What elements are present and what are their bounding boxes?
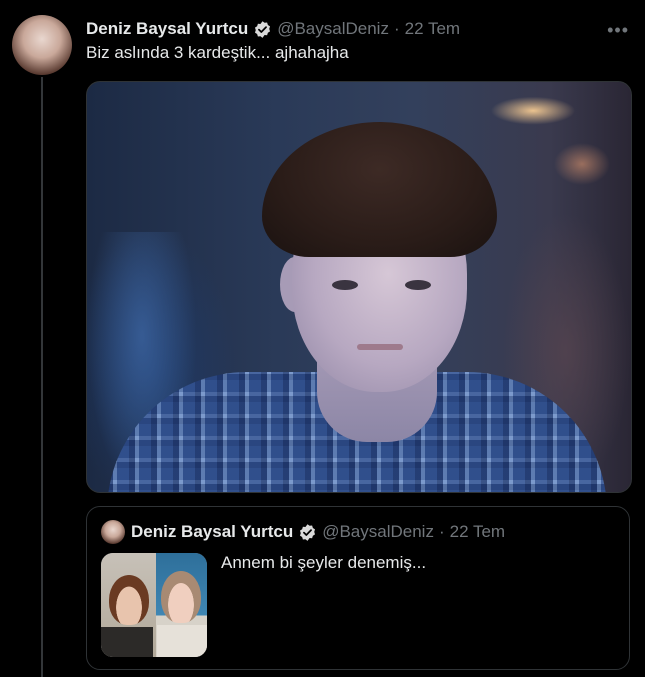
tweet-text: Biz aslında 3 kardeştik... ajhahajha: [86, 43, 349, 62]
left-eye: [332, 280, 358, 290]
quoted-tweet[interactable]: Deniz Baysal Yurtcu @BaysalDeniz · 22 Te…: [86, 506, 630, 670]
header-separator: ·: [393, 19, 400, 38]
child-photo-right: [161, 571, 201, 623]
bowl-haircut: [262, 122, 497, 257]
child-photo-left: [109, 575, 149, 625]
right-eye: [405, 280, 431, 290]
child-shirt-left: [101, 627, 153, 657]
child-shirt-right: [157, 625, 207, 657]
quoted-author-name[interactable]: Deniz Baysal Yurtcu: [131, 522, 293, 542]
mouth: [357, 344, 403, 350]
quoted-tweet-date[interactable]: 22 Tem: [450, 522, 505, 542]
quoted-header: Deniz Baysal Yurtcu @BaysalDeniz · 22 Te…: [131, 521, 505, 543]
header-separator: ·: [438, 522, 445, 541]
more-options-icon[interactable]: •••: [607, 20, 629, 41]
quoted-tweet-text: Annem bi şeyler denemiş...: [221, 553, 427, 572]
tweet-avatar[interactable]: [12, 15, 72, 75]
author-handle[interactable]: @BaysalDeniz: [277, 19, 389, 39]
quoted-author-handle[interactable]: @BaysalDeniz: [322, 522, 434, 542]
author-name[interactable]: Deniz Baysal Yurtcu: [86, 19, 248, 39]
thread-line: [41, 77, 43, 677]
verified-badge-icon: [255, 20, 271, 38]
quoted-avatar[interactable]: [101, 520, 125, 544]
tweet-image[interactable]: [86, 81, 632, 493]
tweet-date[interactable]: 22 Tem: [405, 19, 460, 39]
verified-badge-icon: [300, 523, 316, 541]
quoted-image[interactable]: [101, 553, 207, 657]
tweet-header: Deniz Baysal Yurtcu @BaysalDeniz · 22 Te…: [86, 18, 460, 40]
